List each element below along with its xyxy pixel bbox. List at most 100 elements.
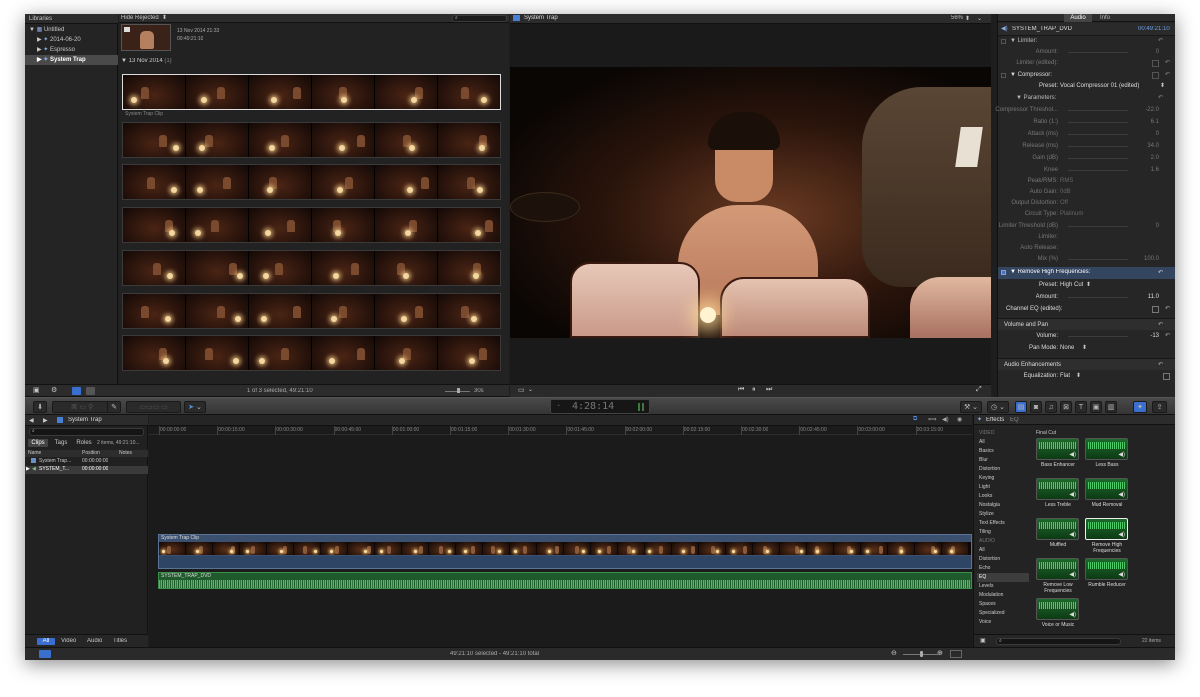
retime-button[interactable]: ◷ ⌄ — [987, 401, 1009, 413]
filmstrip[interactable] — [122, 250, 501, 286]
clip-appearance-button[interactable] — [950, 650, 962, 658]
limiter-checkbox[interactable] — [1001, 39, 1006, 44]
category-item[interactable]: Distortion — [977, 465, 1029, 474]
enhance-button[interactable]: ✎ — [107, 401, 121, 413]
import-button[interactable]: ⬇ — [33, 401, 47, 413]
category-item[interactable]: Voice — [977, 618, 1029, 627]
category-item[interactable]: Keying — [977, 474, 1029, 483]
filter-audio[interactable]: Audio — [87, 638, 102, 644]
viewer-zoom[interactable]: 56% — [951, 15, 963, 21]
disclosure-closed-icon[interactable]: ▶ — [37, 55, 42, 65]
play-pause-icon[interactable]: ⏸ — [752, 386, 756, 394]
inspector-toggle[interactable]: ▤ — [1015, 401, 1027, 413]
audio-enhancements-header[interactable]: Audio Enhancements ↶ — [998, 358, 1175, 370]
param-slider[interactable] — [1068, 122, 1128, 123]
photos-button[interactable]: ◙ — [1030, 401, 1042, 413]
category-item[interactable]: Text Effects — [977, 519, 1029, 528]
popup-arrows-icon[interactable]: ⬍ — [1076, 371, 1081, 382]
effect-thumbnail[interactable]: ◀) — [1036, 438, 1079, 460]
filter-all[interactable]: All — [37, 638, 55, 645]
effects-search-field[interactable]: ⌕ — [996, 638, 1121, 645]
disclosure-open-icon[interactable]: ▼ — [1010, 38, 1016, 44]
category-item[interactable]: All — [977, 546, 1029, 555]
param-value[interactable]: 100.0 — [1144, 254, 1159, 265]
popup-arrows-icon[interactable]: ⬍ — [1160, 81, 1165, 92]
option-popup[interactable]: Off — [1060, 198, 1068, 209]
reset-icon[interactable]: ↶ — [1158, 359, 1163, 371]
zoom-out-icon[interactable]: ⊖ — [891, 649, 897, 657]
filmstrip[interactable] — [122, 207, 501, 243]
param-value[interactable]: -22.0 — [1145, 105, 1159, 116]
tab-clips[interactable]: Clips — [28, 439, 48, 447]
dashboard[interactable]: ◔ 4:28:14 — [550, 399, 650, 414]
fullscreen-icon[interactable]: ⤢ — [976, 386, 982, 394]
volume-pan-header[interactable]: Volume and Pan ↶ — [998, 318, 1175, 330]
video-clip[interactable]: System Trap Clip — [158, 534, 972, 569]
category-item[interactable]: Looks — [977, 492, 1029, 501]
tab-roles[interactable]: Roles — [74, 439, 94, 447]
viewer-display-icon[interactable]: ▭ — [518, 386, 525, 394]
previous-frame-icon[interactable]: ⏮ — [738, 386, 744, 394]
param-slider[interactable] — [1068, 226, 1128, 227]
filter-video[interactable]: Video — [61, 638, 76, 644]
param-slider[interactable] — [1068, 259, 1128, 260]
date-group-header[interactable]: ▼ 13 Nov 2014 (1) — [121, 58, 172, 64]
eq-settings-button[interactable] — [1152, 306, 1159, 313]
effect-thumbnail[interactable]: ◀) — [1036, 598, 1079, 620]
reset-icon[interactable]: ↶ — [1158, 36, 1163, 47]
settings-button[interactable] — [1152, 72, 1159, 79]
generators-button[interactable]: ▣ — [1090, 401, 1102, 413]
param-value[interactable]: 34.0 — [1147, 141, 1159, 152]
sidebar-toggle-icon[interactable]: ▣ — [980, 637, 986, 644]
tab-info[interactable]: Info — [1092, 14, 1118, 22]
browser-search-field[interactable]: ⌕ — [452, 15, 507, 22]
filmstrip[interactable] — [122, 335, 501, 371]
category-item[interactable]: EQ — [977, 573, 1029, 582]
transitions-button[interactable]: ⊠ — [1060, 401, 1072, 413]
disclosure-closed-icon[interactable]: ▶ — [26, 466, 30, 472]
back-icon[interactable]: ◀ — [29, 417, 34, 424]
skimming-icon[interactable]: ⟺ — [928, 416, 937, 423]
filmstrip[interactable] — [122, 74, 501, 110]
param-value[interactable]: -13 — [1150, 331, 1159, 342]
timeline-ruler[interactable]: 00:00:00:00 00:00:15:00 00:00:30:00 00:00:4… — [149, 426, 972, 435]
effect-thumbnail[interactable]: ◀) — [1085, 478, 1128, 500]
category-item[interactable]: Light — [977, 483, 1029, 492]
effect-thumbnail[interactable]: ◀) — [1036, 518, 1079, 540]
video-frame[interactable] — [510, 67, 991, 338]
rhf-checkbox[interactable] — [1001, 270, 1006, 275]
playhead-timecode[interactable]: 4:28:14 — [572, 401, 614, 412]
top-clip-thumbnail[interactable] — [121, 24, 171, 51]
effect-thumbnail[interactable]: ◀) — [1036, 558, 1079, 580]
tool-select-button[interactable]: ➤ ⌄ — [184, 401, 206, 413]
titles-button[interactable]: T — [1075, 401, 1087, 413]
param-value[interactable]: 0 — [1156, 221, 1159, 232]
forward-icon[interactable]: ▶ — [43, 417, 48, 424]
disclosure-open-icon[interactable]: ▼ — [29, 25, 35, 35]
share-button[interactable]: ⇪ — [1152, 401, 1167, 413]
disclosure-closed-icon[interactable]: ▶ — [37, 35, 42, 45]
reset-icon[interactable]: ↶ — [1165, 304, 1170, 315]
event-espresso[interactable]: ▶ ✦ Espresso — [25, 45, 118, 55]
zoom-slider-knob[interactable] — [920, 651, 923, 657]
tab-audio[interactable]: Audio — [1064, 14, 1092, 22]
eq-graph-button[interactable] — [1163, 373, 1170, 380]
effect-thumbnail[interactable]: ◀) — [1036, 478, 1079, 500]
param-slider[interactable] — [1068, 297, 1128, 298]
view-options-icon[interactable]: ⌄ — [977, 15, 982, 22]
timeline-index-toggle[interactable] — [39, 650, 51, 658]
col-name[interactable]: Name — [28, 450, 41, 456]
gear-icon[interactable]: ⚙ — [51, 386, 57, 394]
reset-icon[interactable]: ↶ — [1165, 58, 1170, 69]
zoom-in-icon[interactable]: ⊕ — [937, 649, 943, 657]
reset-icon[interactable]: ↶ — [1165, 331, 1170, 342]
filter-dropdown-icon[interactable]: ⬍ — [162, 14, 167, 21]
reset-icon[interactable]: ↶ — [1165, 70, 1170, 81]
equalization-popup[interactable]: Flat — [1060, 371, 1070, 382]
filmstrip-view-icon[interactable] — [72, 387, 81, 395]
category-item[interactable]: All — [977, 438, 1029, 447]
rhf-preset-popup[interactable]: High Cut — [1060, 280, 1083, 291]
hide-rejected-filter[interactable]: Hide Rejected — [121, 15, 159, 21]
option-popup[interactable]: RMS — [1060, 176, 1073, 187]
edit-buttons-group[interactable]: ▭▭▭ ▭ — [126, 401, 181, 413]
